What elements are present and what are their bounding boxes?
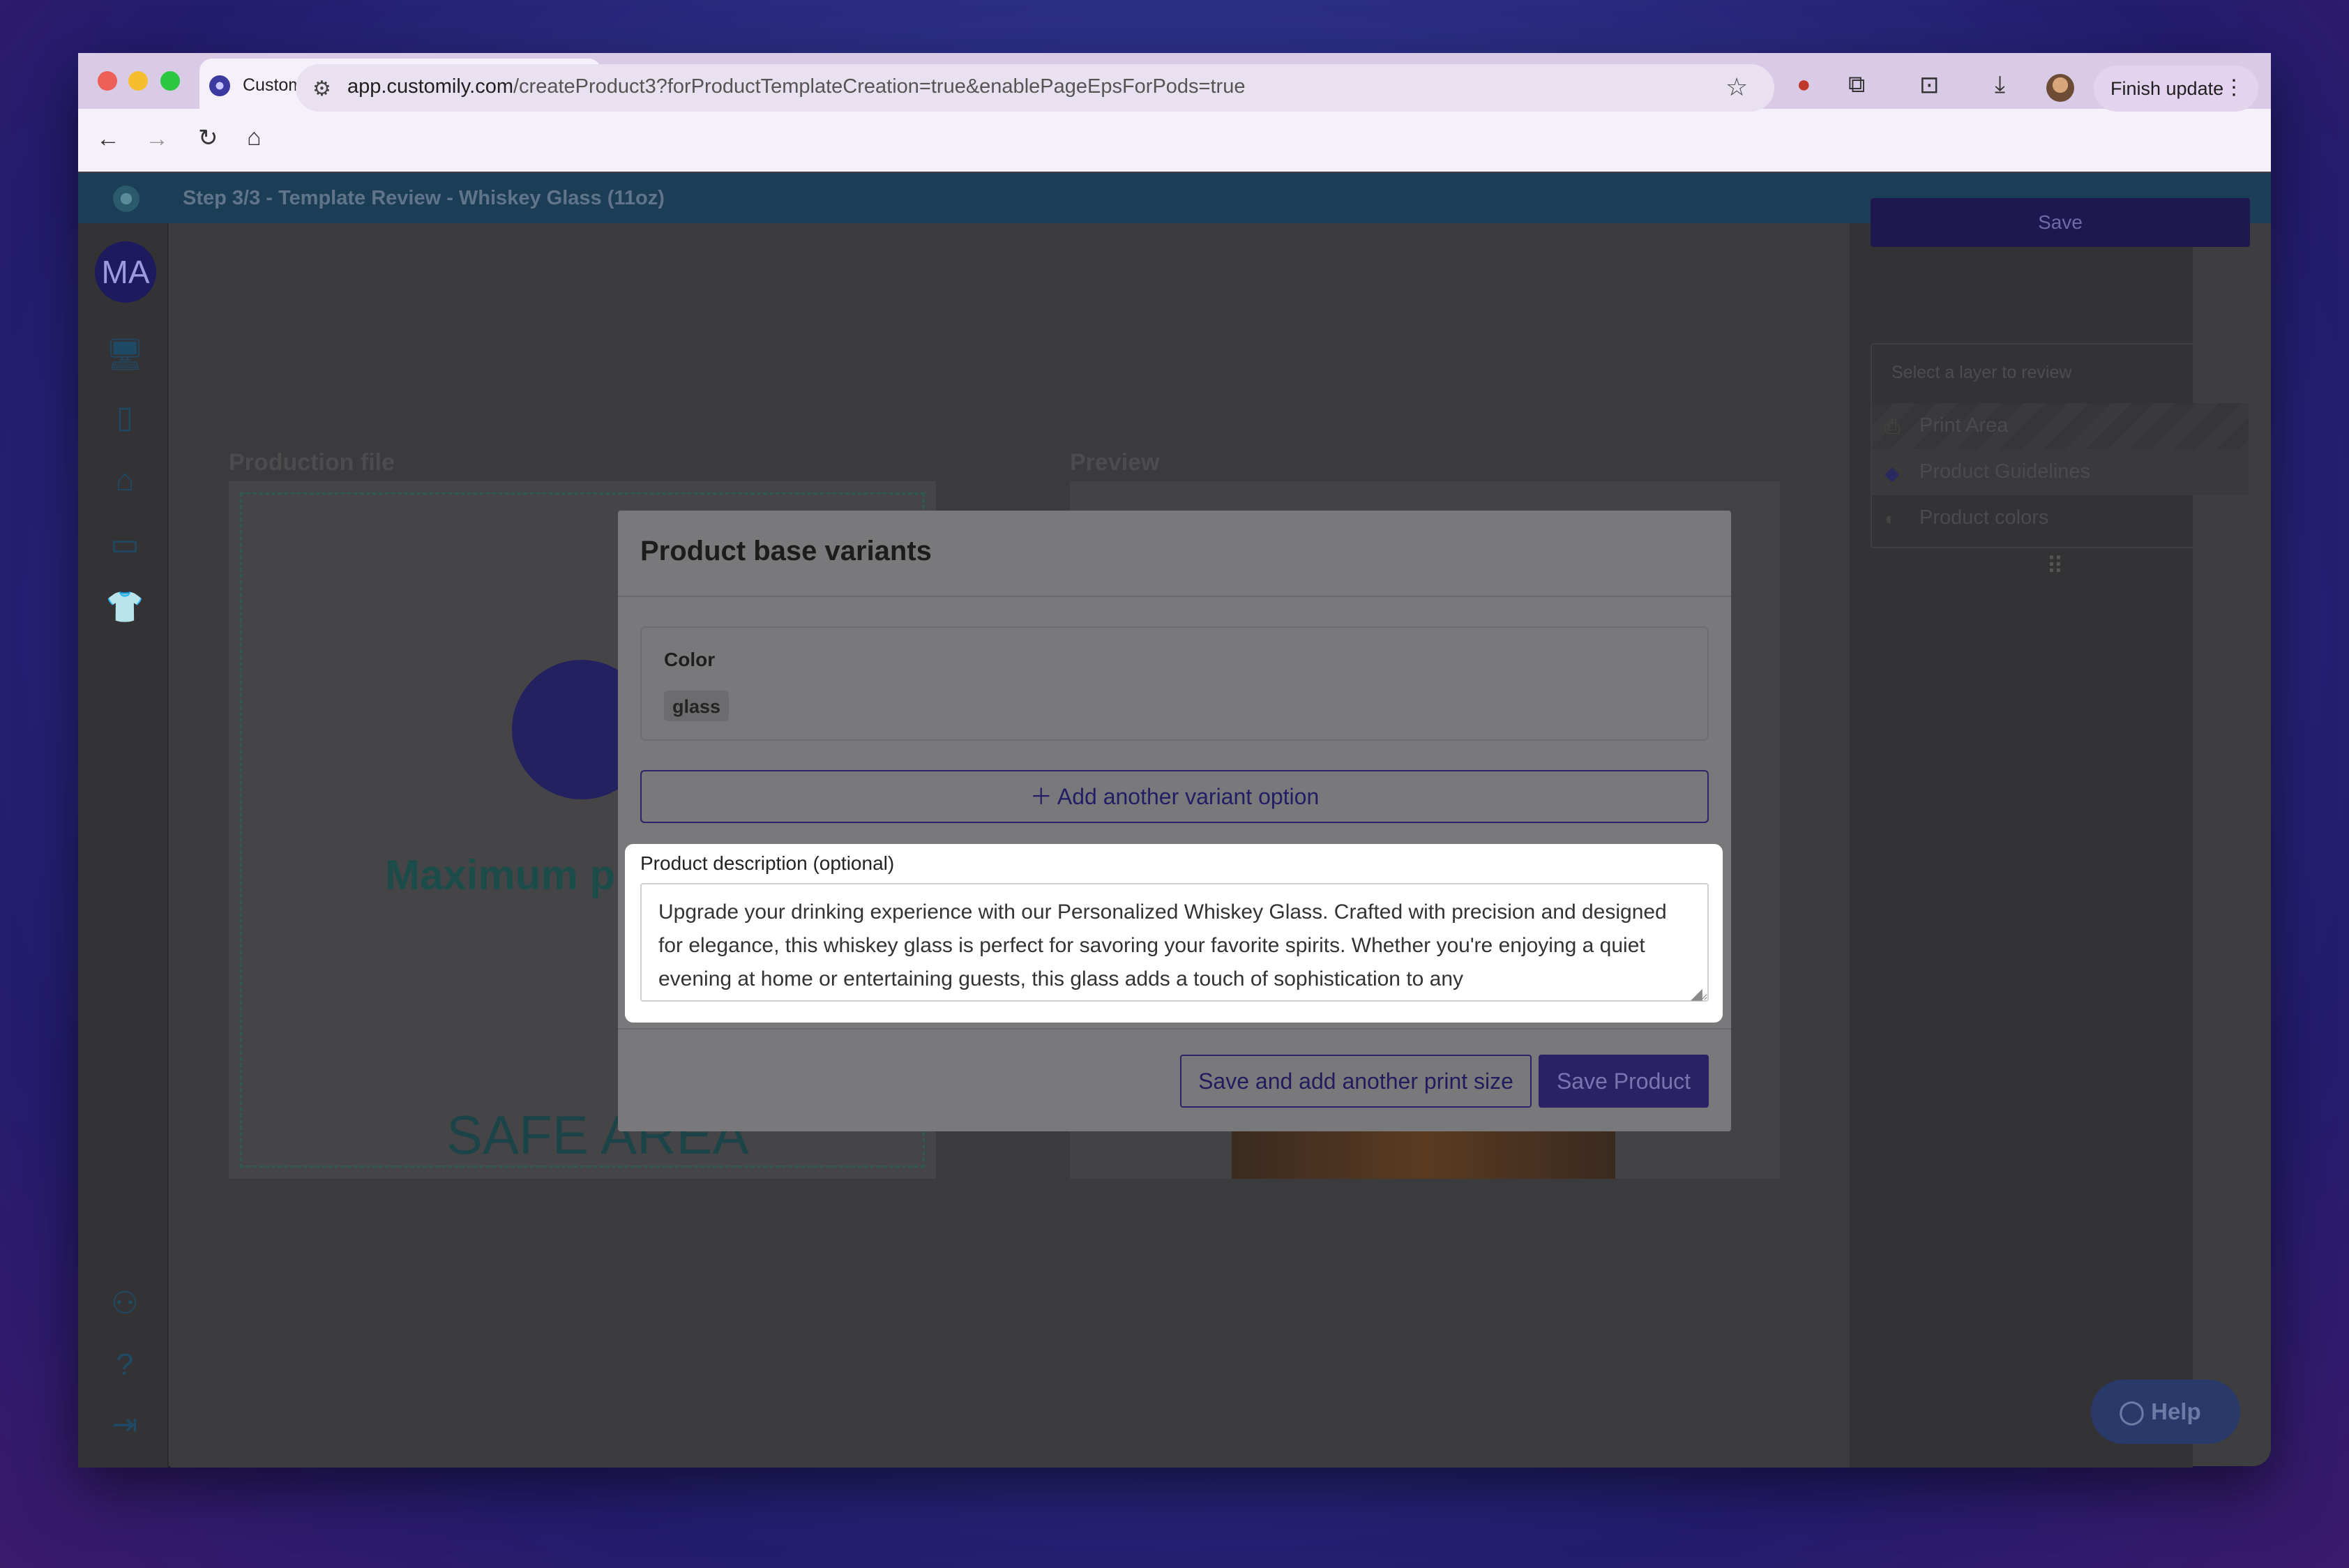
layer-label: Print Area (1919, 414, 2009, 437)
profile-avatar[interactable] (2046, 74, 2074, 102)
url-text[interactable]: app.customily.com/createProduct3?forProd… (347, 75, 1245, 98)
variant-option-box (640, 626, 1709, 741)
whiskey-glass-image (1232, 1127, 1615, 1179)
monitor-icon[interactable]: 🖥 (105, 335, 145, 375)
close-window-icon[interactable] (98, 71, 117, 91)
layers-heading: Select a layer to review (1891, 363, 2072, 382)
help-label: Help (2151, 1399, 2201, 1424)
user-avatar[interactable]: MA (95, 241, 156, 303)
store-icon[interactable]: ⌂ (105, 460, 145, 501)
help-button[interactable]: ◯ Help (2091, 1380, 2240, 1444)
save-product-button[interactable]: Save Product (1539, 1055, 1709, 1108)
product-description-textarea[interactable]: Upgrade your drinking experience with ou… (640, 883, 1709, 1002)
customily-favicon-icon (209, 75, 230, 96)
plus-icon: ＋ (1029, 784, 1057, 809)
variant-value-chip[interactable]: glass (664, 691, 730, 721)
save-and-add-print-size-button[interactable]: Save and add another print size (1180, 1055, 1532, 1108)
home-icon[interactable]: ⌂ (247, 124, 262, 151)
save-button[interactable]: Save (1871, 198, 2250, 247)
logout-icon[interactable]: ⇥ (105, 1405, 145, 1445)
variant-option-label: Color (664, 649, 716, 670)
site-settings-icon[interactable]: ⚙ (312, 77, 331, 101)
more-menu-icon[interactable]: ⋮ (2223, 75, 2244, 100)
add-variant-option-button[interactable]: ＋ Add another variant option (640, 770, 1709, 823)
modal-footer-divider (618, 1028, 1731, 1030)
bookmark-star-icon[interactable]: ☆ (1725, 73, 1748, 102)
extension-icon[interactable]: ● (1797, 71, 1811, 98)
description-label: Product description (optional) (640, 852, 895, 874)
document-icon[interactable]: ▯ (105, 398, 145, 438)
drag-handle-icon[interactable]: ⠿ (2046, 552, 2064, 580)
step-title: Step 3/3 - Template Review - Whiskey Gla… (183, 187, 665, 209)
reload-icon[interactable]: ↻ (198, 124, 218, 152)
back-icon[interactable]: ← (96, 126, 120, 153)
minimize-window-icon[interactable] (128, 71, 148, 91)
printer-icon: ⎙ (1885, 416, 1901, 437)
download-icon[interactable]: ⤓ (1995, 71, 2005, 98)
maximize-window-icon[interactable] (160, 71, 180, 91)
user-settings-icon[interactable]: ⚇ (105, 1283, 145, 1324)
layer-item-product-guidelines[interactable]: ◆ Product Guidelines (1872, 449, 2249, 495)
resize-handle-icon[interactable]: ◢ (1691, 985, 1702, 1003)
extensions-puzzle-icon[interactable]: ⧉ (1848, 71, 1865, 98)
url-host: app.customily.com (347, 75, 513, 98)
help-circle-icon[interactable]: ? (105, 1345, 145, 1385)
layer-item-product-colors[interactable]: ◐ Product colors (1872, 495, 2249, 541)
modal-title: Product base variants (640, 536, 932, 566)
tag-icon: ◆ (1885, 462, 1900, 484)
browser-toolbar (78, 109, 2271, 172)
layer-label: Product Guidelines (1919, 460, 2091, 483)
maximum-print-text: Maximum pr (385, 852, 632, 898)
chat-bubble-icon: ◯ (2119, 1399, 2145, 1424)
tshirt-icon[interactable]: 👕 (105, 587, 145, 628)
tab-search-icon[interactable]: ⊡ (1919, 71, 1940, 99)
layer-item-print-area[interactable]: ⎙ Print Area (1872, 403, 2249, 449)
url-path: /createProduct3?forProductTemplateCreati… (513, 75, 1246, 98)
forward-icon[interactable]: → (145, 126, 169, 153)
finish-update-button[interactable]: Finish update ⋮ (2094, 66, 2258, 112)
finish-update-label: Finish update (2110, 78, 2224, 99)
layer-label: Product colors (1919, 506, 2049, 529)
preview-label: Preview (1070, 449, 1160, 476)
inbox-icon[interactable]: ▭ (105, 525, 145, 565)
modal-header-divider (618, 596, 1731, 597)
customily-logo-icon[interactable] (113, 186, 139, 212)
palette-icon: ◐ (1885, 508, 1896, 529)
production-file-label: Production file (229, 449, 395, 476)
add-variant-label: Add another variant option (1057, 784, 1320, 809)
